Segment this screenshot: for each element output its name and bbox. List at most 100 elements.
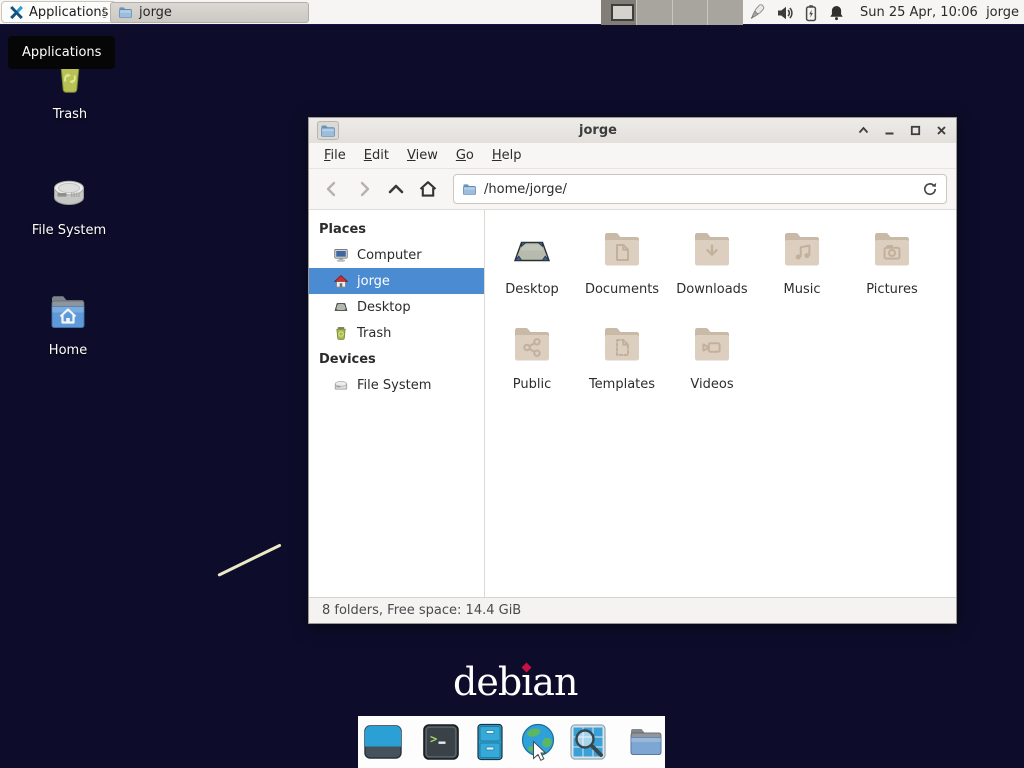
close-button[interactable] (935, 124, 948, 137)
file-item-desktop[interactable]: Desktop (487, 226, 577, 321)
maximize-button[interactable] (909, 124, 922, 137)
desktop-icon-home[interactable]: Home (20, 288, 116, 358)
menu-view[interactable]: View (398, 144, 447, 167)
file-item-videos[interactable]: Videos (667, 321, 757, 416)
path-value[interactable]: /home/jorge/ (484, 182, 915, 197)
menu-edit[interactable]: Edit (355, 144, 398, 167)
desktop-icon-label: Trash (53, 107, 87, 122)
folder-launcher[interactable] (626, 722, 666, 762)
xfce-logo-icon (9, 5, 24, 20)
sidebar-devices-header: Devices (309, 346, 484, 372)
file-item-music[interactable]: Music (757, 226, 847, 321)
sidebar-item-computer[interactable]: Computer (309, 242, 484, 268)
file-item-public[interactable]: Public (487, 321, 577, 416)
file-item-label: Music (784, 282, 821, 297)
desktop-scratch-line (217, 543, 281, 576)
sidebar-item-label: jorge (357, 274, 390, 289)
window-title: jorge (339, 123, 857, 138)
file-item-label: Documents (585, 282, 659, 297)
path-entry[interactable]: /home/jorge/ (453, 174, 947, 204)
videos-folder-icon (688, 321, 736, 369)
workspace-3[interactable] (673, 0, 709, 25)
drive-icon (45, 168, 93, 216)
downloads-folder-icon (688, 226, 736, 274)
folder-icon (462, 182, 477, 197)
notifications-icon[interactable] (828, 4, 845, 22)
dock-panel: > (358, 716, 665, 768)
clock[interactable]: Sun 25 Apr, 10:06 (860, 0, 978, 25)
window-body: Places Computer jorge (309, 210, 956, 597)
folder-icon (626, 722, 666, 762)
window-folder-icon (317, 121, 339, 140)
drive-icon (333, 377, 349, 393)
volume-icon[interactable] (776, 4, 794, 22)
input-device-icon[interactable] (747, 3, 767, 23)
sidebar-item-trash[interactable]: Trash (309, 320, 484, 346)
sidebar: Places Computer jorge (309, 210, 485, 597)
applications-menu-button[interactable]: Applications (1, 1, 116, 23)
file-manager-launcher[interactable] (470, 722, 510, 762)
file-item-label: Videos (690, 377, 733, 392)
documents-folder-icon (598, 226, 646, 274)
workspace-4[interactable] (708, 0, 743, 25)
desktop-icon (333, 299, 349, 315)
sidebar-item-label: File System (357, 378, 431, 393)
user-home-icon (333, 273, 349, 289)
toolbar: /home/jorge/ (309, 169, 956, 210)
taskbar-window-button[interactable]: jorge (110, 2, 309, 23)
battery-icon[interactable] (803, 4, 819, 22)
file-cabinet-icon (470, 722, 510, 762)
file-grid: Desktop Documents (485, 210, 956, 597)
back-button[interactable] (318, 176, 345, 203)
application-finder-launcher[interactable] (568, 722, 608, 762)
desktop-icon (508, 226, 556, 274)
debian-logo: debıan (453, 660, 577, 704)
up-button[interactable] (382, 176, 409, 203)
trash-icon (333, 325, 349, 341)
desktop-icon-label: Home (49, 343, 87, 358)
file-item-label: Pictures (866, 282, 917, 297)
taskbar-window-label: jorge (139, 5, 172, 20)
debian-logo-text: an (532, 660, 577, 704)
sidebar-item-desktop[interactable]: Desktop (309, 294, 484, 320)
svg-text:>: > (430, 732, 437, 746)
file-item-documents[interactable]: Documents (577, 226, 667, 321)
file-manager-window: jorge File Edit View Go Help (308, 117, 957, 624)
show-desktop-button[interactable] (363, 722, 403, 762)
user-menu[interactable]: jorge (986, 0, 1019, 25)
debian-diamond-icon (521, 663, 531, 673)
file-item-templates[interactable]: Templates (577, 321, 667, 416)
desktop-icon-file-system[interactable]: File System (21, 168, 117, 238)
file-item-downloads[interactable]: Downloads (667, 226, 757, 321)
workspace-2[interactable] (637, 0, 673, 25)
desktop-icon-label: File System (32, 223, 106, 238)
statusbar-text: 8 folders, Free space: 14.4 GiB (322, 603, 521, 618)
forward-button[interactable] (350, 176, 377, 203)
folder-icon (118, 5, 133, 20)
terminal-launcher[interactable]: > (421, 722, 461, 762)
home-button[interactable] (414, 176, 441, 203)
workspace-switcher (601, 0, 743, 25)
sidebar-item-jorge[interactable]: jorge (309, 268, 484, 294)
menubar: File Edit View Go Help (309, 143, 956, 169)
menu-go[interactable]: Go (447, 144, 483, 167)
sidebar-item-label: Desktop (357, 300, 411, 315)
sidebar-item-file-system[interactable]: File System (309, 372, 484, 398)
top-panel: Applications jorge (0, 0, 1024, 25)
pictures-folder-icon (868, 226, 916, 274)
minimize-button[interactable] (883, 124, 896, 137)
shade-button[interactable] (857, 124, 870, 137)
workspace-1[interactable] (601, 0, 637, 25)
file-item-pictures[interactable]: Pictures (847, 226, 937, 321)
panel-separator-handle (103, 7, 106, 18)
refresh-icon[interactable] (922, 181, 938, 197)
application-finder-icon (568, 722, 608, 762)
terminal-icon: > (421, 722, 461, 762)
menu-help[interactable]: Help (483, 144, 531, 167)
window-titlebar[interactable]: jorge (309, 118, 956, 143)
templates-folder-icon (598, 321, 646, 369)
applications-tooltip: Applications (8, 36, 115, 69)
web-browser-launcher[interactable] (519, 722, 559, 762)
menu-file[interactable]: File (315, 144, 355, 167)
show-desktop-icon (363, 722, 403, 762)
